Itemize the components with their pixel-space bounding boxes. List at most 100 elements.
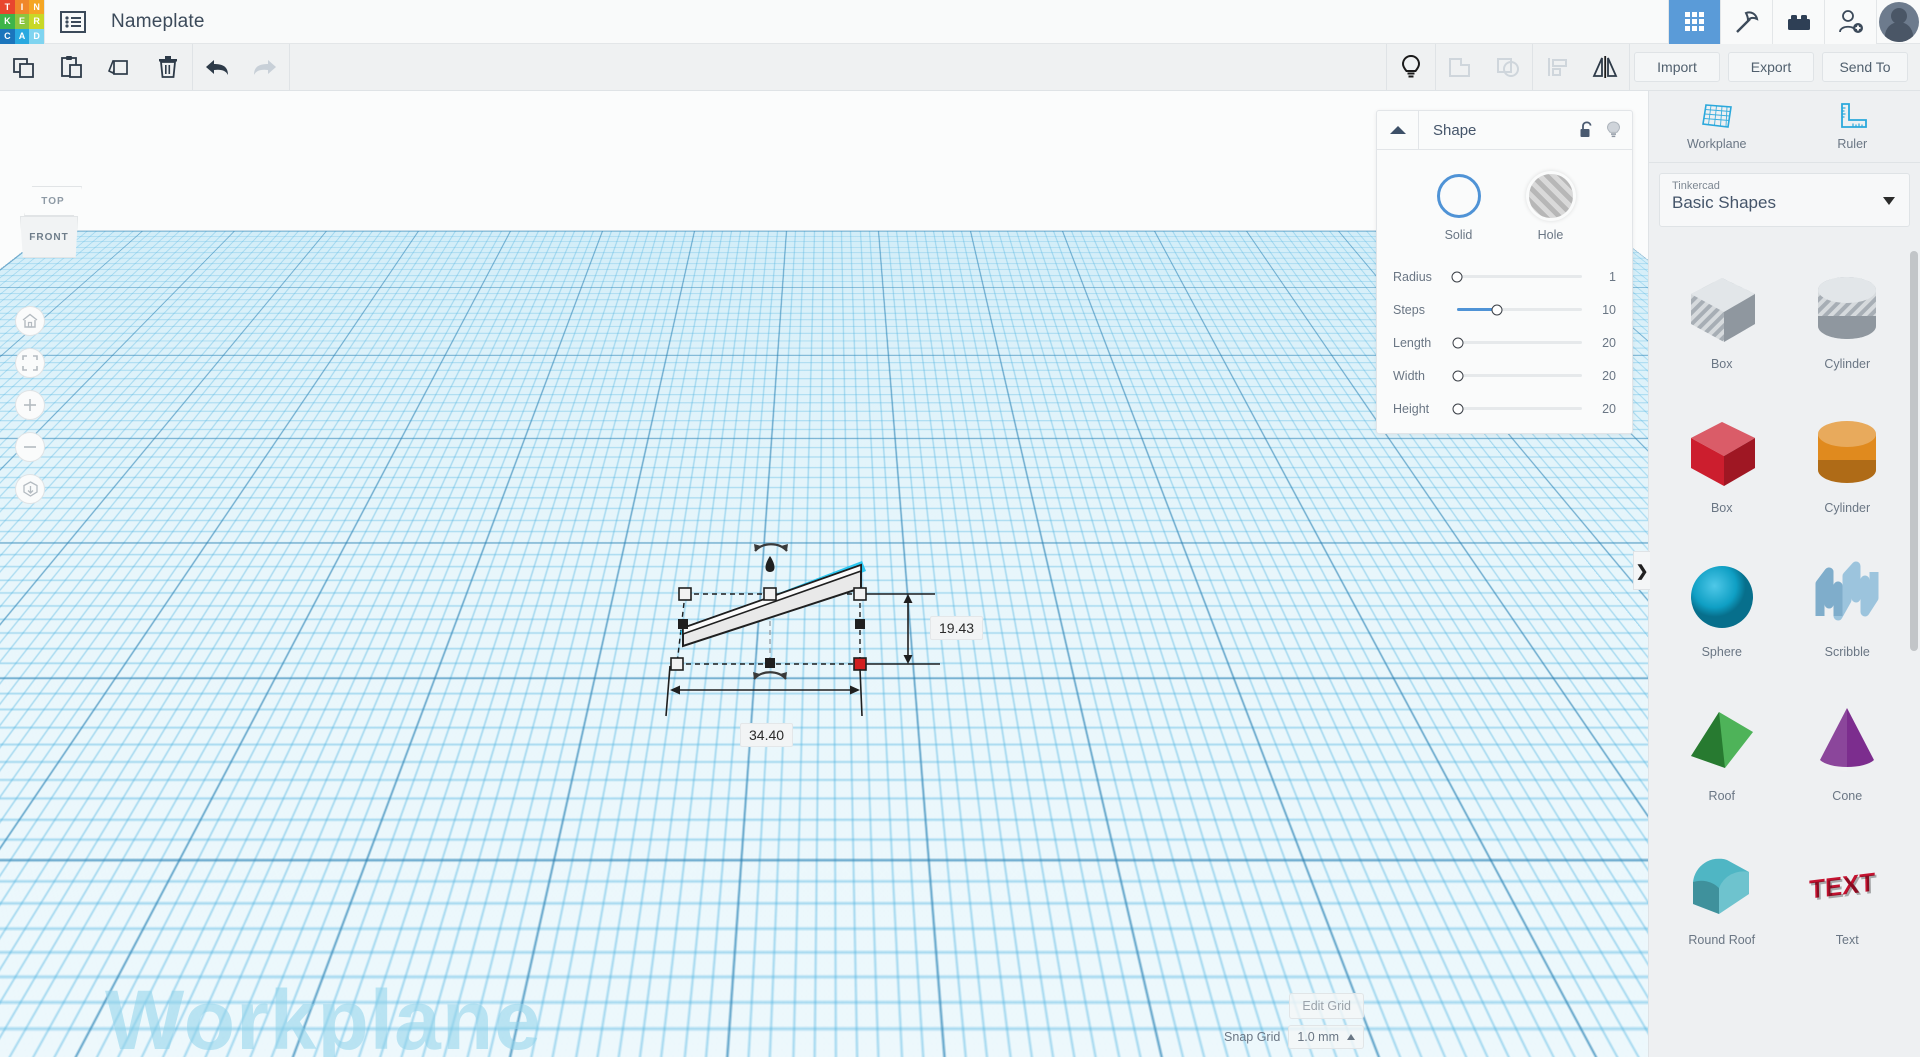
slider-knob[interactable] bbox=[1452, 403, 1464, 414]
slider-value[interactable]: 1 bbox=[1590, 270, 1616, 284]
shapes-sidebar: ❯ Workplane Ruler Tinkercad Basic Shapes… bbox=[1633, 91, 1920, 1057]
tinkercad-app: TINKERCAD Nameplate Import Export Send T… bbox=[0, 0, 1920, 1057]
delete-button[interactable] bbox=[144, 44, 192, 91]
unlocked-padlock-icon bbox=[1580, 121, 1592, 137]
export-button[interactable]: Export bbox=[1728, 52, 1814, 82]
snap-grid-select[interactable]: 1.0 mm bbox=[1288, 1025, 1364, 1049]
plus-icon bbox=[24, 399, 36, 411]
mirror-button[interactable] bbox=[1581, 44, 1629, 91]
hole-option[interactable]: Hole bbox=[1528, 174, 1573, 242]
user-avatar-button[interactable] bbox=[1876, 0, 1920, 44]
shape-roof[interactable]: Roof bbox=[1659, 683, 1785, 803]
shape-scribble[interactable]: Scribble bbox=[1785, 539, 1911, 659]
bricks-mode-button[interactable] bbox=[1772, 0, 1824, 44]
home-view-button[interactable] bbox=[15, 306, 45, 336]
slider-knob[interactable] bbox=[1452, 337, 1464, 348]
gallery-scrollbar[interactable] bbox=[1910, 251, 1918, 651]
inspector-collapse-button[interactable] bbox=[1377, 111, 1419, 149]
slider-track[interactable] bbox=[1451, 271, 1582, 282]
send-to-button[interactable]: Send To bbox=[1822, 52, 1908, 82]
logo-letter: R bbox=[29, 14, 44, 29]
import-button[interactable]: Import bbox=[1634, 52, 1720, 82]
bulb-toggle-button[interactable] bbox=[1602, 111, 1632, 149]
document-list-icon[interactable] bbox=[45, 0, 101, 44]
roundroof-thumb-icon bbox=[1679, 839, 1765, 931]
lock-toggle-button[interactable] bbox=[1572, 111, 1602, 149]
design-mode-button[interactable] bbox=[1668, 0, 1720, 44]
logo-letter: A bbox=[14, 28, 30, 44]
edit-toolbar: Import Export Send To bbox=[0, 43, 1920, 91]
solid-option[interactable]: Solid bbox=[1436, 174, 1481, 242]
copy-icon bbox=[13, 58, 34, 78]
group-button[interactable] bbox=[1436, 44, 1484, 91]
slider-knob[interactable] bbox=[1451, 271, 1463, 282]
slider-value[interactable]: 20 bbox=[1590, 336, 1616, 350]
slider-value[interactable]: 20 bbox=[1590, 369, 1616, 383]
view-cube-front[interactable]: FRONT bbox=[20, 216, 78, 258]
width-dimension-label[interactable]: 34.40 bbox=[740, 723, 794, 747]
shape-label: Sphere bbox=[1701, 645, 1742, 659]
ungroup-button[interactable] bbox=[1484, 44, 1532, 91]
slider-label: Steps bbox=[1393, 302, 1425, 317]
workplane-tool[interactable]: Workplane bbox=[1649, 91, 1785, 162]
shape-round-roof[interactable]: Round Roof bbox=[1659, 827, 1785, 947]
shape-cylinder-orange[interactable]: Cylinder bbox=[1785, 395, 1911, 515]
snap-grid-row: Snap Grid 1.0 mm bbox=[1224, 1025, 1364, 1049]
view-cube[interactable]: TOP FRONT bbox=[20, 186, 86, 258]
slider-label: Length bbox=[1393, 335, 1432, 350]
zoom-in-button[interactable] bbox=[15, 390, 45, 420]
sidebar-collapse-button[interactable]: ❯ bbox=[1633, 551, 1650, 590]
duplicate-button[interactable] bbox=[96, 44, 144, 91]
document-title[interactable]: Nameplate bbox=[101, 11, 205, 33]
grid-controls: Edit Grid Snap Grid 1.0 mm bbox=[1224, 993, 1364, 1049]
fit-view-button[interactable] bbox=[15, 348, 45, 378]
shape-sphere[interactable]: Sphere bbox=[1659, 539, 1785, 659]
shapes-gallery[interactable]: Box Cylinder Box Cylinder Sphere Scribble Roof… bbox=[1659, 239, 1910, 1047]
slider-track[interactable] bbox=[1452, 337, 1582, 348]
redo-button[interactable] bbox=[241, 44, 289, 91]
slider-knob[interactable] bbox=[1452, 370, 1464, 381]
copy-button[interactable] bbox=[0, 44, 48, 91]
edit-grid-button[interactable]: Edit Grid bbox=[1289, 993, 1364, 1019]
slider-track[interactable] bbox=[1452, 403, 1582, 414]
align-button[interactable] bbox=[1533, 44, 1581, 91]
slider-track[interactable] bbox=[1452, 370, 1582, 381]
logo-letter: K bbox=[0, 14, 15, 29]
fit-frame-icon bbox=[22, 355, 38, 371]
slider-track[interactable] bbox=[1457, 304, 1582, 315]
workplane-tool-label: Workplane bbox=[1686, 137, 1747, 151]
zoom-out-button[interactable] bbox=[15, 432, 45, 462]
library-group-label: Tinkercad bbox=[1672, 180, 1720, 192]
view-cube-top[interactable]: TOP bbox=[24, 186, 82, 216]
invite-people-button[interactable] bbox=[1824, 0, 1876, 44]
shape-box-red[interactable]: Box bbox=[1659, 395, 1785, 515]
add-user-icon bbox=[1838, 9, 1863, 33]
height-dimension-label[interactable]: 19.43 bbox=[930, 616, 984, 640]
scribble-thumb-icon bbox=[1804, 551, 1890, 643]
ortho-perspective-button[interactable] bbox=[15, 474, 45, 504]
tinkercad-logo[interactable]: TINKERCAD bbox=[0, 0, 44, 44]
lightbulb-button[interactable] bbox=[1387, 44, 1435, 91]
undo-button[interactable] bbox=[193, 44, 241, 91]
shape-cylinder-hole[interactable]: Cylinder bbox=[1785, 251, 1911, 371]
solid-hole-selector: Solid Hole bbox=[1377, 166, 1632, 260]
shape-inspector-panel: Shape Solid Hole Radius 1 Steps 10 Lengt… bbox=[1376, 110, 1633, 434]
solid-label: Solid bbox=[1444, 228, 1473, 242]
paste-button[interactable] bbox=[48, 44, 96, 91]
slider-knob[interactable] bbox=[1491, 304, 1503, 315]
slider-value[interactable]: 20 bbox=[1590, 402, 1616, 416]
slider-value[interactable]: 10 bbox=[1590, 303, 1616, 317]
view-cube-top-label: TOP bbox=[41, 195, 65, 207]
align-icon bbox=[1548, 58, 1567, 76]
avatar bbox=[1878, 1, 1919, 42]
shape-text[interactable]: TEXT TEXT Text bbox=[1785, 827, 1911, 947]
shape-box-hole[interactable]: Box bbox=[1659, 251, 1785, 371]
ruler-tool[interactable]: Ruler bbox=[1785, 91, 1920, 162]
text-thumb-icon: TEXT TEXT bbox=[1804, 839, 1890, 931]
blocks-mode-button[interactable] bbox=[1720, 0, 1772, 44]
slider-label: Radius bbox=[1393, 269, 1432, 284]
shape-library-select[interactable]: Tinkercad Basic Shapes bbox=[1659, 173, 1910, 227]
shape-cone[interactable]: Cone bbox=[1785, 683, 1911, 803]
hole-label: Hole bbox=[1537, 228, 1564, 242]
pickaxe-icon bbox=[1735, 10, 1758, 33]
